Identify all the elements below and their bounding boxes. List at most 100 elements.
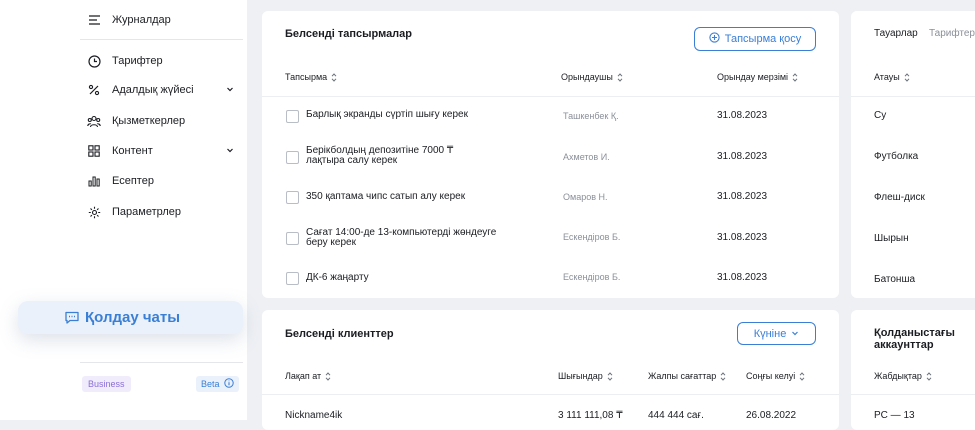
task-due: 31.08.2023 — [717, 232, 768, 243]
active-clients-card: Белсенді клиенттер Күніне Лақап ат Шығын… — [262, 310, 839, 430]
sidebar-item-label: Параметрлер — [112, 206, 182, 218]
chevron-down-icon — [226, 84, 234, 96]
sidebar: Журналдар Тарифтер Адалдық жүйесі Қызмет… — [0, 0, 247, 420]
header-divider — [262, 96, 839, 97]
sidebar-item-settings[interactable]: Параметрлер — [86, 202, 181, 222]
support-chat-button[interactable]: Қолдау чаты — [18, 301, 243, 334]
sort-icon — [331, 72, 337, 82]
sidebar-item-label: Тарифтер — [112, 55, 163, 67]
column-header-task[interactable]: Тапсырма — [285, 72, 337, 82]
sidebar-item-loyalty[interactable]: Адалдық жүйесі — [86, 80, 246, 100]
card-title: Қолданыстағы аккаунттар — [874, 327, 955, 351]
grid-icon — [86, 143, 102, 159]
sidebar-item-employees[interactable]: Қызметкерлер — [86, 111, 185, 131]
list-icon — [86, 12, 102, 28]
active-accounts-card: Қолданыстағы аккаунттар Жабдықтар PC — 1… — [851, 310, 975, 430]
card-title: Белсенді клиенттер — [285, 328, 394, 340]
sort-icon — [799, 371, 805, 381]
product-name: Су — [874, 110, 887, 121]
sort-icon — [904, 72, 910, 82]
header-divider — [851, 96, 975, 97]
task-text: Берікболдың депозитіне 7000 ₸ лақтыра са… — [306, 145, 454, 166]
period-select[interactable]: Күніне — [737, 322, 816, 345]
column-label: Тапсырма — [285, 72, 328, 82]
divider — [80, 362, 243, 363]
products-card: Тауарлар Тарифтер Атауы Су Футболка Флеш… — [851, 11, 975, 298]
column-label: Жабдықтар — [874, 371, 922, 381]
column-label: Лақап ат — [285, 371, 322, 381]
task-checkbox[interactable] — [286, 151, 299, 164]
chevron-down-icon — [791, 328, 799, 340]
task-checkbox[interactable] — [286, 272, 299, 285]
column-header-due[interactable]: Орындау мерзімі — [717, 72, 798, 82]
period-select-value: Күніне — [753, 327, 787, 340]
sort-icon — [926, 371, 932, 381]
sort-icon — [617, 72, 623, 82]
clock-icon — [86, 53, 102, 69]
beta-badge[interactable]: Beta — [196, 376, 239, 392]
column-header-hours[interactable]: Жалпы сағаттар — [648, 371, 726, 381]
sidebar-item-journals[interactable]: Журналдар — [86, 10, 171, 30]
column-label: Шығындар — [558, 371, 603, 381]
task-text: Барлық экранды сүртіп шығу керек — [306, 109, 468, 120]
task-assignee: Ташкенбек Қ. — [563, 111, 619, 121]
tab-tariffs[interactable]: Тарифтер — [929, 29, 975, 39]
task-text: 350 қаптама чипс сатып алу керек — [306, 191, 466, 202]
sidebar-item-label: Адалдық жүйесі — [112, 84, 194, 96]
task-checkbox[interactable] — [286, 232, 299, 245]
product-name: Флеш-диск — [874, 192, 925, 203]
column-label: Соңғы келуі — [746, 371, 796, 381]
info-icon — [223, 378, 234, 390]
product-name: Шырын — [874, 233, 909, 244]
support-chat-label: Қолдау чаты — [85, 309, 181, 326]
add-task-label: Тапсырма қосу — [724, 33, 802, 45]
column-header-last-visit[interactable]: Соңғы келуі — [746, 371, 805, 381]
sidebar-item-content[interactable]: Контент — [86, 141, 246, 161]
sidebar-item-tariffs[interactable]: Тарифтер — [86, 51, 163, 71]
task-checkbox[interactable] — [286, 191, 299, 204]
plus-circle-icon — [709, 32, 720, 46]
task-assignee: Ескендіров Б. — [563, 272, 621, 282]
sidebar-item-reports[interactable]: Есептер — [86, 171, 154, 191]
task-text: ДК-6 жаңарту — [306, 272, 369, 283]
add-task-button[interactable]: Тапсырма қосу — [694, 27, 816, 51]
active-tasks-card: Белсенді тапсырмалар Тапсырма қосу Тапсы… — [262, 11, 839, 298]
tab-products[interactable]: Тауарлар — [874, 29, 918, 39]
plan-badge: Business — [82, 376, 131, 392]
card-title: Белсенді тапсырмалар — [285, 28, 413, 40]
percent-icon — [86, 82, 102, 98]
header-divider — [851, 394, 975, 395]
bar-chart-icon — [86, 173, 102, 189]
sidebar-item-label: Есептер — [112, 175, 154, 187]
sidebar-item-label: Контент — [112, 145, 153, 157]
task-due: 31.08.2023 — [717, 151, 768, 162]
sidebar-item-label: Журналдар — [112, 14, 171, 26]
column-header-nickname[interactable]: Лақап ат — [285, 371, 331, 381]
column-label: Жалпы сағаттар — [648, 371, 717, 381]
chat-icon — [65, 311, 79, 324]
people-icon — [86, 113, 102, 129]
product-name: Батонша — [874, 274, 916, 285]
task-text: Сағат 14:00-де 13-компьютерді жөндеуге б… — [306, 227, 497, 248]
sort-icon — [607, 371, 613, 381]
beta-label: Beta — [201, 379, 220, 389]
column-header-assignee[interactable]: Орындаушы — [561, 72, 623, 82]
chevron-down-icon — [226, 145, 234, 157]
sidebar-item-label: Қызметкерлер — [112, 115, 186, 127]
task-assignee: Ескендіров Б. — [563, 232, 621, 242]
sort-icon — [325, 371, 331, 381]
column-header-spend[interactable]: Шығындар — [558, 371, 613, 381]
sort-icon — [792, 72, 798, 82]
task-due: 31.08.2023 — [717, 272, 768, 283]
task-due: 31.08.2023 — [717, 110, 768, 121]
task-assignee: Ахметов И. — [563, 152, 610, 162]
gear-icon — [86, 204, 102, 220]
column-header-equipment[interactable]: Жабдықтар — [874, 371, 932, 381]
column-header-name[interactable]: Атауы — [874, 72, 910, 82]
column-label: Орындау мерзімі — [717, 72, 789, 82]
column-label: Атауы — [874, 72, 900, 82]
sort-icon — [720, 371, 726, 381]
task-checkbox[interactable] — [286, 110, 299, 123]
task-due: 31.08.2023 — [717, 191, 768, 202]
product-name: Футболка — [874, 151, 919, 162]
